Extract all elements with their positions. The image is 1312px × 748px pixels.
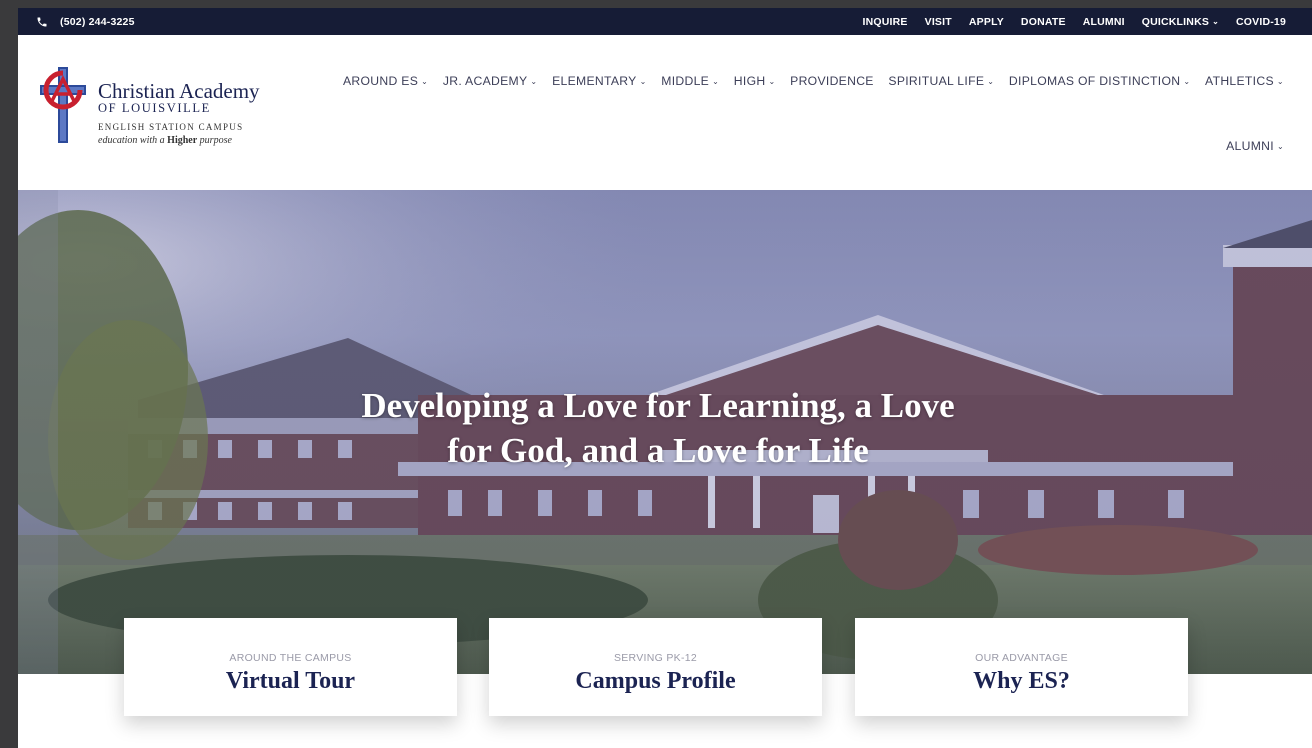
hero-banner: Developing a Love for Learning, a Love f… bbox=[18, 190, 1312, 674]
chevron-down-icon: ⌄ bbox=[1212, 16, 1219, 26]
nav-label: JR. ACADEMY bbox=[442, 74, 528, 88]
link-quicklinks[interactable]: QUICKLINKS ⌄ bbox=[1142, 16, 1219, 28]
card-title: Why ES? bbox=[973, 668, 1070, 694]
nav-around-es[interactable]: AROUND ES ⌄ bbox=[343, 74, 428, 88]
tagline-pre: education with a bbox=[98, 135, 165, 146]
nav-diplomas[interactable]: DIPLOMAS OF DISTINCTION ⌄ bbox=[1009, 74, 1190, 88]
hero-headline-line1: Developing a Love for Learning, a Love bbox=[361, 386, 955, 425]
site-logo[interactable]: Christian Academy OF LOUISVILLE ENGLISH … bbox=[38, 65, 260, 146]
nav-label: ATHLETICS bbox=[1205, 74, 1274, 88]
nav-jr-academy[interactable]: JR. ACADEMY ⌄ bbox=[443, 74, 538, 88]
nav-athletics[interactable]: ATHLETICS ⌄ bbox=[1205, 74, 1284, 88]
nav-alumni[interactable]: ALUMNI ⌄ bbox=[1226, 139, 1284, 153]
nav-high[interactable]: HIGH ⌄ bbox=[734, 74, 776, 88]
nav-elementary[interactable]: ELEMENTARY ⌄ bbox=[552, 74, 647, 88]
nav-label: SPIRITUAL LIFE bbox=[888, 74, 985, 88]
link-visit[interactable]: VISIT bbox=[925, 16, 952, 28]
tagline-post: purpose bbox=[199, 135, 232, 146]
hero-headline-line2: for God, and a Love for Life bbox=[447, 431, 869, 470]
nav-label: PROVIDENCE bbox=[790, 74, 874, 88]
cross-logo-icon bbox=[40, 67, 86, 143]
card-title: Campus Profile bbox=[575, 668, 736, 694]
nav-label: MIDDLE bbox=[661, 74, 710, 88]
browser-page: (502) 244-3225 INQUIRE VISIT APPLY DONAT… bbox=[18, 8, 1312, 748]
nav-label: DIPLOMAS OF DISTINCTION bbox=[1008, 74, 1181, 88]
main-nav: AROUND ES ⌄ JR. ACADEMY ⌄ ELEMENTARY ⌄ MIDD… bbox=[343, 74, 1284, 88]
chevron-down-icon: ⌄ bbox=[421, 77, 429, 86]
phone-number: (502) 244-3225 bbox=[60, 15, 135, 28]
chevron-down-icon: ⌄ bbox=[1183, 77, 1191, 86]
chevron-down-icon: ⌄ bbox=[768, 77, 776, 86]
tagline-bold: Higher bbox=[167, 135, 198, 146]
link-donate[interactable]: DONATE bbox=[1021, 16, 1066, 28]
chevron-down-icon: ⌄ bbox=[987, 77, 995, 86]
nav-label: HIGH bbox=[733, 74, 766, 88]
nav-label: ELEMENTARY bbox=[552, 74, 637, 88]
chevron-down-icon: ⌄ bbox=[530, 77, 538, 86]
card-kicker: SERVING PK-12 bbox=[613, 652, 698, 664]
link-alumni[interactable]: ALUMNI bbox=[1083, 16, 1125, 28]
link-covid[interactable]: COVID-19 bbox=[1236, 16, 1286, 28]
utility-links: INQUIRE VISIT APPLY DONATE ALUMNI QUICKL… bbox=[862, 16, 1286, 28]
utility-bar: (502) 244-3225 INQUIRE VISIT APPLY DONAT… bbox=[18, 8, 1312, 35]
link-apply[interactable]: APPLY bbox=[969, 16, 1004, 28]
card-kicker: OUR ADVANTAGE bbox=[975, 652, 1068, 664]
chevron-down-icon: ⌄ bbox=[1276, 142, 1284, 151]
nav-middle[interactable]: MIDDLE ⌄ bbox=[661, 74, 719, 88]
logo-name: Christian Academy bbox=[98, 79, 260, 103]
hero-headline: Developing a Love for Learning, a Love f… bbox=[298, 383, 1018, 473]
logo-tagline: education with a Higher purpose bbox=[98, 135, 260, 146]
card-virtual-tour[interactable]: AROUND THE CAMPUS Virtual Tour bbox=[124, 618, 457, 716]
card-kicker: AROUND THE CAMPUS bbox=[229, 652, 352, 664]
link-inquire[interactable]: INQUIRE bbox=[862, 16, 907, 28]
logo-campus: ENGLISH STATION CAMPUS bbox=[98, 122, 244, 132]
phone-icon bbox=[37, 17, 47, 26]
nav-spiritual-life[interactable]: SPIRITUAL LIFE ⌄ bbox=[888, 74, 994, 88]
site-header: Christian Academy OF LOUISVILLE ENGLISH … bbox=[18, 35, 1312, 190]
quicklinks-label: QUICKLINKS bbox=[1141, 15, 1210, 28]
chevron-down-icon: ⌄ bbox=[1276, 77, 1284, 86]
nav-label: AROUND ES bbox=[343, 74, 419, 88]
phone-link[interactable]: (502) 244-3225 bbox=[36, 16, 135, 28]
logo-subtitle: OF LOUISVILLE bbox=[98, 101, 211, 115]
card-campus-profile[interactable]: SERVING PK-12 Campus Profile bbox=[489, 618, 822, 716]
nav-label: ALUMNI bbox=[1226, 139, 1274, 153]
chevron-down-icon: ⌄ bbox=[639, 77, 647, 86]
card-title: Virtual Tour bbox=[225, 668, 356, 694]
chevron-down-icon: ⌄ bbox=[712, 77, 720, 86]
nav-providence[interactable]: PROVIDENCE bbox=[790, 74, 874, 88]
card-why-es[interactable]: OUR ADVANTAGE Why ES? bbox=[855, 618, 1188, 716]
